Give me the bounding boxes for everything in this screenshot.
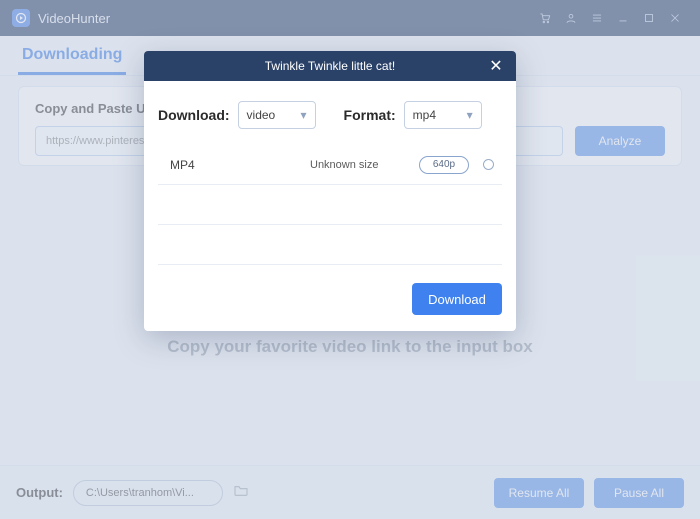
download-type-select[interactable]: video ▾ bbox=[238, 101, 316, 129]
row-radio[interactable] bbox=[483, 159, 494, 170]
format-row[interactable]: MP4 Unknown size 640p bbox=[158, 145, 502, 185]
format-label: Format: bbox=[344, 107, 396, 123]
format-value: mp4 bbox=[413, 108, 436, 122]
modal-header: Twinkle Twinkle little cat! ✕ bbox=[144, 51, 516, 81]
download-type-label: Download: bbox=[158, 107, 230, 123]
download-type-value: video bbox=[247, 108, 276, 122]
resolution-pill: 640p bbox=[419, 156, 469, 174]
modal-controls: Download: video ▾ Format: mp4 ▾ bbox=[158, 93, 502, 145]
row-format: MP4 bbox=[170, 158, 310, 172]
chevron-down-icon: ▾ bbox=[301, 108, 307, 122]
chevron-down-icon: ▾ bbox=[467, 108, 473, 122]
empty-row bbox=[158, 225, 502, 265]
format-select[interactable]: mp4 ▾ bbox=[404, 101, 482, 129]
modal-title: Twinkle Twinkle little cat! bbox=[265, 59, 396, 73]
row-size: Unknown size bbox=[310, 159, 419, 171]
close-icon[interactable]: ✕ bbox=[482, 51, 510, 81]
empty-row bbox=[158, 185, 502, 225]
download-button[interactable]: Download bbox=[412, 283, 502, 315]
download-modal: Twinkle Twinkle little cat! ✕ Download: … bbox=[144, 51, 516, 331]
